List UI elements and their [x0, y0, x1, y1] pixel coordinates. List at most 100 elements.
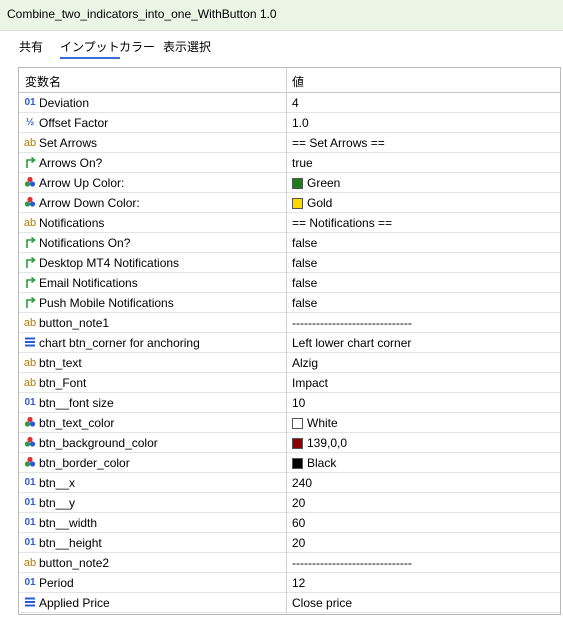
param-row[interactable]: btn_border_color Black [19, 453, 560, 473]
color-value-text: Black [307, 456, 337, 470]
param-row[interactable]: 01 btn__height 20 [19, 533, 560, 553]
text-ab-icon: ab [23, 137, 37, 149]
param-name: btn_text_color [39, 416, 115, 430]
color-value-text: Gold [307, 196, 333, 210]
param-row[interactable]: ab button_note1 --------------------------… [19, 313, 560, 333]
tab-bar: 共有 インプット カラー 表示選択 [0, 32, 563, 62]
param-value[interactable]: 4 [292, 96, 299, 110]
param-value[interactable]: Close price [292, 596, 352, 610]
param-name: Arrow Up Color: [39, 176, 125, 190]
param-value[interactable]: 60 [292, 516, 305, 530]
param-row[interactable]: 01 btn__x 240 [19, 473, 560, 493]
color-swatch[interactable] [292, 198, 303, 209]
color-palette-icon [23, 416, 37, 430]
param-row[interactable]: Arrow Down Color: Gold [19, 193, 560, 213]
column-header-value[interactable]: 値 [292, 73, 304, 90]
param-row[interactable]: Notifications On? false [19, 233, 560, 253]
inputs-grid: 変数名 値 01 Deviation 4 ½ Offset Factor 1.0 ab Set… [18, 67, 561, 615]
param-name: Set Arrows [39, 136, 98, 150]
param-value[interactable]: ------------------------------ [292, 316, 412, 330]
integer-icon: 01 [24, 577, 36, 588]
text-ab-icon: ab [23, 357, 37, 369]
param-row[interactable]: Push Mobile Notifications false [19, 293, 560, 313]
boolean-arrow-icon [23, 276, 37, 290]
param-value[interactable]: 10 [292, 396, 305, 410]
param-row[interactable]: ab Set Arrows == Set Arrows == [19, 133, 560, 153]
param-value[interactable]: false [292, 276, 317, 290]
param-value[interactable]: 20 [292, 496, 305, 510]
integer-icon: 01 [24, 517, 36, 528]
param-row[interactable]: 01 btn__y 20 [19, 493, 560, 513]
param-row[interactable]: ab btn_Font Impact [19, 373, 560, 393]
grid-header: 変数名 値 [19, 68, 560, 93]
color-swatch[interactable] [292, 458, 303, 469]
param-row[interactable]: ab btn_text Alzig [19, 353, 560, 373]
param-value[interactable]: ------------------------------ [292, 556, 412, 570]
param-value[interactable]: false [292, 296, 317, 310]
param-name: Period [39, 576, 74, 590]
param-value[interactable]: 139,0,0 [292, 436, 347, 450]
param-row[interactable]: 01 btn__font size 10 [19, 393, 560, 413]
param-row[interactable]: Arrows On? true [19, 153, 560, 173]
color-value-text: Green [307, 176, 341, 190]
param-row[interactable]: btn_background_color 139,0,0 [19, 433, 560, 453]
param-name: button_note1 [39, 316, 110, 330]
column-header-variable[interactable]: 変数名 [25, 73, 61, 90]
param-row[interactable]: ½ Offset Factor 1.0 [19, 113, 560, 133]
param-row[interactable]: Desktop MT4 Notifications false [19, 253, 560, 273]
integer-icon: 01 [24, 497, 36, 508]
param-value[interactable]: 1.0 [292, 116, 309, 130]
param-row[interactable]: ab Notifications == Notifications == [19, 213, 560, 233]
color-value-text: 139,0,0 [307, 436, 348, 450]
param-value[interactable]: White [292, 416, 338, 430]
param-name: btn__font size [39, 396, 114, 410]
text-ab-icon: ab [23, 317, 37, 329]
integer-icon: 01 [24, 397, 36, 408]
param-name: btn_border_color [39, 456, 130, 470]
tab-colors[interactable]: カラー [119, 38, 155, 55]
param-value[interactable]: Alzig [292, 356, 318, 370]
color-swatch[interactable] [292, 438, 303, 449]
param-name: Arrow Down Color: [39, 196, 140, 210]
param-row[interactable]: btn_text_color White [19, 413, 560, 433]
color-palette-icon [23, 176, 37, 190]
param-row[interactable]: 01 Deviation 4 [19, 93, 560, 113]
param-value[interactable]: Black [292, 456, 336, 470]
param-value[interactable]: true [292, 156, 313, 170]
param-row[interactable]: Email Notifications false [19, 273, 560, 293]
tab-inputs[interactable]: インプット [60, 38, 120, 59]
param-value[interactable]: 12 [292, 576, 305, 590]
color-palette-icon [23, 436, 37, 450]
param-row[interactable]: 01 Period 12 [19, 573, 560, 593]
integer-icon: 01 [24, 477, 36, 488]
param-row[interactable]: Arrow Up Color: Green [19, 173, 560, 193]
param-value[interactable]: 240 [292, 476, 312, 490]
color-swatch[interactable] [292, 178, 303, 189]
boolean-arrow-icon [23, 296, 37, 310]
color-swatch[interactable] [292, 418, 303, 429]
param-value[interactable]: false [292, 256, 317, 270]
param-row[interactable]: Applied Price Close price [19, 593, 560, 613]
param-value[interactable]: == Notifications == [292, 216, 392, 230]
param-value[interactable]: Gold [292, 196, 332, 210]
param-name: btn__x [39, 476, 76, 490]
param-value[interactable]: Left lower chart corner [292, 336, 411, 350]
param-value[interactable]: Impact [292, 376, 328, 390]
param-name: Notifications On? [39, 236, 131, 250]
param-value[interactable]: == Set Arrows == [292, 136, 385, 150]
param-row[interactable]: ab button_note2 --------------------------… [19, 553, 560, 573]
param-value[interactable]: 20 [292, 536, 305, 550]
param-name: btn__height [39, 536, 102, 550]
window-title: Combine_two_indicators_into_one_WithButt… [7, 7, 277, 21]
column-divider[interactable] [286, 68, 287, 614]
tab-visualization[interactable]: 表示選択 [163, 38, 211, 55]
param-name: Notifications [39, 216, 105, 230]
param-name: btn_background_color [39, 436, 158, 450]
param-name: Arrows On? [39, 156, 103, 170]
param-value[interactable]: false [292, 236, 317, 250]
param-name: Email Notifications [39, 276, 138, 290]
param-value[interactable]: Green [292, 176, 340, 190]
param-row[interactable]: 01 btn__width 60 [19, 513, 560, 533]
tab-common[interactable]: 共有 [19, 38, 43, 55]
param-row[interactable]: chart btn_corner for anchoring Left lower… [19, 333, 560, 353]
